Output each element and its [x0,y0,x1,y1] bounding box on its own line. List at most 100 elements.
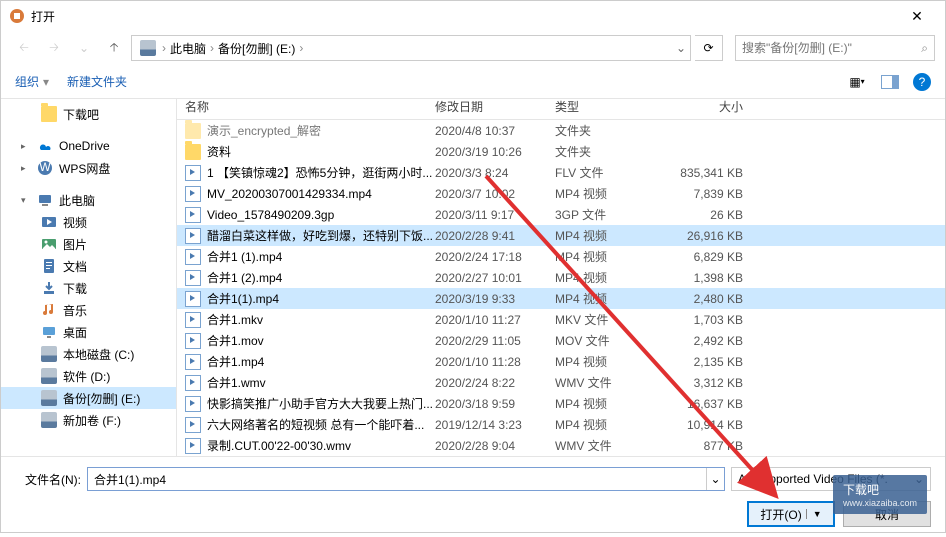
file-row[interactable]: 合并1(1).mp42020/3/19 9:33MP4 视频2,480 KB [177,288,945,309]
sidebar-item-label: 桌面 [63,324,87,341]
file-row[interactable]: MV_20200307001429334.mp42020/3/7 10:02MP… [177,183,945,204]
file-row[interactable]: Video_1578490209.3gp2020/3/11 9:173GP 文件… [177,204,945,225]
file-date: 2020/2/24 17:18 [435,250,555,264]
filename-combo[interactable]: ⌄ [87,467,725,491]
file-type: MKV 文件 [555,311,655,328]
file-size: 26,916 KB [655,229,755,243]
col-size[interactable]: 大小 [655,99,755,115]
svg-text:W: W [39,160,51,174]
search-icon[interactable]: ⌕ [921,41,928,56]
view-options-button[interactable]: ▦▾ [847,72,867,92]
open-button[interactable]: 打开(O) ▼ [747,501,835,527]
file-name: 合并1.mp4 [207,353,435,370]
refresh-button[interactable]: ⟳ [695,35,723,61]
file-name: 合并1.mov [207,332,435,349]
file-list: 演示_encrypted_解密2020/4/8 10:37文件夹资料2020/3… [177,120,945,456]
col-name[interactable]: 名称 [185,99,435,115]
addr-dropdown-icon[interactable]: ⌄ [676,41,686,55]
file-date: 2020/2/28 9:41 [435,229,555,243]
video-file-icon [185,291,201,307]
file-row[interactable]: 合并1.mov2020/2/29 11:05MOV 文件2,492 KB [177,330,945,351]
sidebar-item-label: WPS网盘 [59,160,110,177]
file-row[interactable]: 资料2020/3/19 10:26文件夹 [177,141,945,162]
sidebar-item[interactable]: 软件 (D:) [1,365,176,387]
main-area: 下载吧▸OneDrive▸WWPS网盘▾此电脑视频图片文档下载音乐桌面本地磁盘 … [1,99,945,456]
col-type[interactable]: 类型 [555,99,655,115]
file-row[interactable]: 合并1.mp42020/1/10 11:28MP4 视频2,135 KB [177,351,945,372]
window-title: 打开 [31,8,897,25]
video-file-icon [185,375,201,391]
column-headers[interactable]: 名称 修改日期 类型 大小 [177,99,945,120]
file-row[interactable]: 合并1.wmv2020/2/24 8:22WMV 文件3,312 KB [177,372,945,393]
sidebar-item-label: 图片 [63,236,87,253]
close-button[interactable]: ✕ [897,8,937,25]
filetype-filter[interactable]: All Supported Video Files (*. ⌄ [731,467,931,491]
sidebar-item[interactable]: 视频 [1,211,176,233]
up-button[interactable]: 🡡 [101,35,127,61]
crumb-folder[interactable]: 备份[勿删] (E:) [216,40,297,57]
crumb-root[interactable]: 此电脑 [168,40,208,57]
file-row[interactable]: 合并1 (1).mp42020/2/24 17:18MP4 视频6,829 KB [177,246,945,267]
sidebar-item[interactable]: 新加卷 (F:) [1,409,176,431]
filename-dropdown[interactable]: ⌄ [706,468,724,490]
search-input[interactable] [742,41,921,55]
file-size: 10,914 KB [655,418,755,432]
file-size: 7,839 KB [655,187,755,201]
sidebar-item[interactable]: 图片 [1,233,176,255]
file-row[interactable]: 快影搞笑推广小助手官方大大我要上热门...2020/3/18 9:59MP4 视… [177,393,945,414]
address-bar[interactable]: › 此电脑 › 备份[勿删] (E:) › ⌄ [131,35,691,61]
search-box[interactable]: ⌕ [735,35,935,61]
new-folder-button[interactable]: 新建文件夹 [67,73,127,90]
sidebar-item-label: 软件 (D:) [63,368,110,385]
video-file-icon [185,312,201,328]
file-name: 合并1(1).mp4 [207,290,435,307]
sidebar-item[interactable]: ▸WWPS网盘 [1,157,176,179]
filename-input[interactable] [88,468,706,490]
file-row[interactable]: 合并1 (2).mp42020/2/27 10:01MP4 视频1,398 KB [177,267,945,288]
file-size: 1,703 KB [655,313,755,327]
file-row[interactable]: 演示_encrypted_解密2020/4/8 10:37文件夹 [177,120,945,141]
file-row[interactable]: 1 【笑镇惊魂2】恐怖5分钟，逛街两小时...2020/3/3 8:24FLV … [177,162,945,183]
file-row[interactable]: 醋溜白菜这样做，好吃到爆，还特别下饭...2020/2/28 9:41MP4 视… [177,225,945,246]
file-name: 六大网络著名的短视频 总有一个能吓着... [207,416,435,433]
sidebar-item[interactable]: ▾此电脑 [1,189,176,211]
file-date: 2020/3/7 10:02 [435,187,555,201]
file-name: 快影搞笑推广小助手官方大大我要上热门... [207,395,435,412]
forward-button[interactable]: 🡢 [41,35,67,61]
help-button[interactable]: ? [913,73,931,91]
sidebar-item[interactable]: ▸OneDrive [1,135,176,157]
sidebar-item[interactable]: 音乐 [1,299,176,321]
file-row[interactable]: 六大网络著名的短视频 总有一个能吓着...2019/12/14 3:23MP4 … [177,414,945,435]
file-size: 16,637 KB [655,397,755,411]
video-file-icon [185,333,201,349]
sidebar-item-label: 下载吧 [63,106,99,123]
file-name: 1 【笑镇惊魂2】恐怖5分钟，逛街两小时... [207,164,435,181]
filename-label: 文件名(N): [15,471,81,488]
cancel-button[interactable]: 取消 [843,501,931,527]
file-row[interactable]: 合并1.mkv2020/1/10 11:27MKV 文件1,703 KB [177,309,945,330]
video-file-icon [185,438,201,454]
navbar: 🡠 🡢 ⌄ 🡡 › 此电脑 › 备份[勿删] (E:) › ⌄ ⟳ ⌕ [1,31,945,65]
video-file-icon [185,186,201,202]
file-size: 2,492 KB [655,334,755,348]
file-row[interactable]: 录制.CUT.00'22-00'30.wmv2020/2/28 9:04WMV … [177,435,945,456]
sidebar-item[interactable]: 备份[勿删] (E:) [1,387,176,409]
sidebar-item[interactable]: 下载 [1,277,176,299]
file-size: 2,480 KB [655,292,755,306]
video-file-icon [185,270,201,286]
back-button[interactable]: 🡠 [11,35,37,61]
preview-pane-button[interactable] [881,75,899,89]
file-name: Video_1578490209.3gp [207,208,435,222]
sidebar-item[interactable]: 桌面 [1,321,176,343]
folder-icon [185,144,201,160]
video-file-icon [185,396,201,412]
col-date[interactable]: 修改日期 [435,99,555,115]
file-type: WMV 文件 [555,374,655,391]
recent-dropdown[interactable]: ⌄ [71,35,97,61]
video-file-icon [185,354,201,370]
organize-menu[interactable]: 组织 [15,73,39,90]
sidebar-item-label: 本地磁盘 (C:) [63,346,134,363]
sidebar-item[interactable]: 文档 [1,255,176,277]
sidebar-item[interactable]: 下载吧 [1,103,176,125]
sidebar-item[interactable]: 本地磁盘 (C:) [1,343,176,365]
